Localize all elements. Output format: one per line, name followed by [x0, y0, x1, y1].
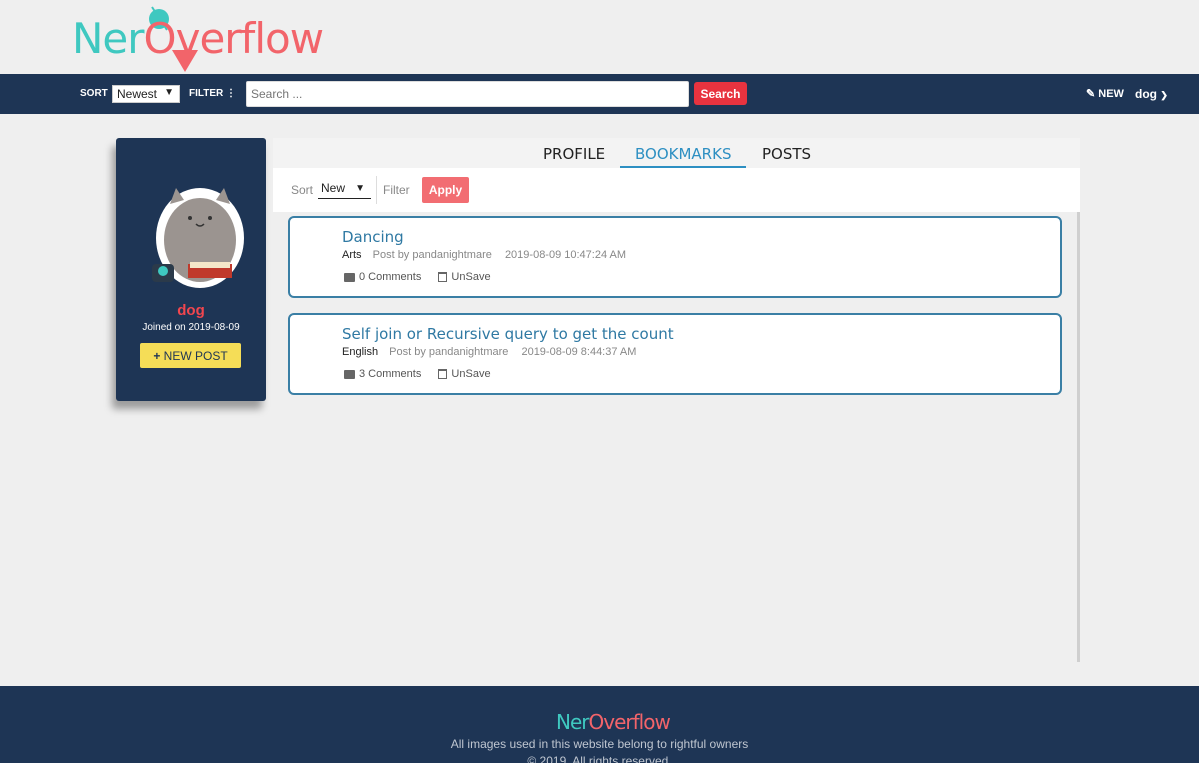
tab-posts[interactable]: POSTS — [762, 145, 811, 163]
bookmark-sort-value: New — [321, 181, 346, 195]
filter-button[interactable]: FILTER ⋮ — [189, 88, 236, 99]
avatar — [152, 188, 244, 288]
comments-link[interactable]: 0 Comments — [359, 271, 421, 283]
top-navbar: SORT Newest ▼ FILTER ⋮ Search ✎ NEW dog … — [0, 74, 1199, 114]
plus-icon: + — [153, 348, 161, 363]
profile-username: dog — [177, 302, 205, 319]
tab-bookmarks[interactable]: BOOKMARKS — [635, 145, 731, 163]
caret-down-icon: ▼ — [355, 183, 365, 194]
bookmark-post-card[interactable]: Self join or Recursive query to get the … — [288, 313, 1062, 395]
tab-profile[interactable]: PROFILE — [543, 145, 605, 163]
user-menu-label: dog — [1135, 87, 1157, 101]
post-date: 2019-08-09 10:47:24 AM — [504, 249, 627, 261]
bookmark-sort-label: Sort — [291, 183, 314, 197]
sort-select[interactable]: Newest ▼ — [112, 85, 180, 103]
post-category[interactable]: English — [342, 346, 378, 358]
post-date: 2019-08-09 8:44:37 AM — [521, 346, 637, 358]
chevron-down-icon: ❯ — [1160, 90, 1168, 100]
post-title[interactable]: Dancing — [342, 228, 404, 246]
post-meta: Arts Post by pandanightmare 2019-08-09 1… — [342, 249, 626, 261]
more-vertical-icon: ⋮ — [226, 88, 237, 99]
scrollbar[interactable] — [1077, 212, 1080, 662]
post-category[interactable]: Arts — [342, 249, 362, 261]
sort-select-value: Newest — [117, 87, 158, 101]
site-logo[interactable]: NerOverflow — [72, 2, 324, 74]
search-button[interactable]: Search — [694, 82, 747, 105]
bookmark-filter-button[interactable]: Filter — [383, 183, 410, 197]
edit-icon: ✎ — [1086, 88, 1096, 100]
sort-label: SORT — [80, 88, 108, 99]
apply-button[interactable]: Apply — [422, 177, 469, 203]
unsave-button[interactable]: UnSave — [451, 368, 490, 380]
logo-text: NerOverflow — [72, 14, 324, 63]
divider — [376, 176, 377, 204]
filter-label: FILTER — [189, 88, 224, 99]
bookmark-sort-select[interactable]: New ▼ — [318, 181, 371, 199]
new-post-nav-button[interactable]: ✎ NEW — [1086, 87, 1124, 100]
comment-icon — [344, 272, 355, 282]
bookmark-post-card[interactable]: Dancing Arts Post by pandanightmare 2019… — [288, 216, 1062, 298]
post-meta: English Post by pandanightmare 2019-08-0… — [342, 346, 636, 358]
trash-icon — [438, 369, 448, 380]
comment-icon — [344, 369, 355, 379]
search-input[interactable] — [246, 81, 689, 107]
caret-down-icon: ▼ — [164, 87, 174, 98]
footer-disclaimer: All images used in this website belong t… — [450, 737, 749, 751]
profile-joined-date: Joined on 2019-08-09 — [142, 322, 240, 333]
footer: NerOverflow All images used in this webs… — [0, 686, 1199, 763]
profile-tabs: PROFILE BOOKMARKS POSTS — [273, 138, 1080, 168]
unsave-button[interactable]: UnSave — [451, 271, 490, 283]
post-title[interactable]: Self join or Recursive query to get the … — [342, 325, 674, 343]
user-menu[interactable]: dog ❯ — [1135, 87, 1168, 101]
post-author: Post by pandanightmare — [372, 249, 492, 261]
footer-copyright: © 2019. All rights reserved. — [527, 754, 672, 763]
trash-icon — [438, 272, 448, 283]
comments-link[interactable]: 3 Comments — [359, 368, 421, 380]
new-post-button[interactable]: + NEW POST — [140, 343, 241, 368]
post-author: Post by pandanightmare — [389, 346, 509, 358]
bookmark-filter-bar: Sort New ▼ Filter Apply — [273, 168, 1080, 212]
new-label: NEW — [1098, 88, 1124, 100]
footer-logo[interactable]: NerOverflow — [556, 710, 671, 734]
profile-card: dog Joined on 2019-08-09 + NEW POST — [116, 138, 266, 401]
post-actions: 0 Comments UnSave — [344, 271, 491, 283]
post-actions: 3 Comments UnSave — [344, 368, 491, 380]
new-post-label: NEW POST — [163, 348, 228, 363]
